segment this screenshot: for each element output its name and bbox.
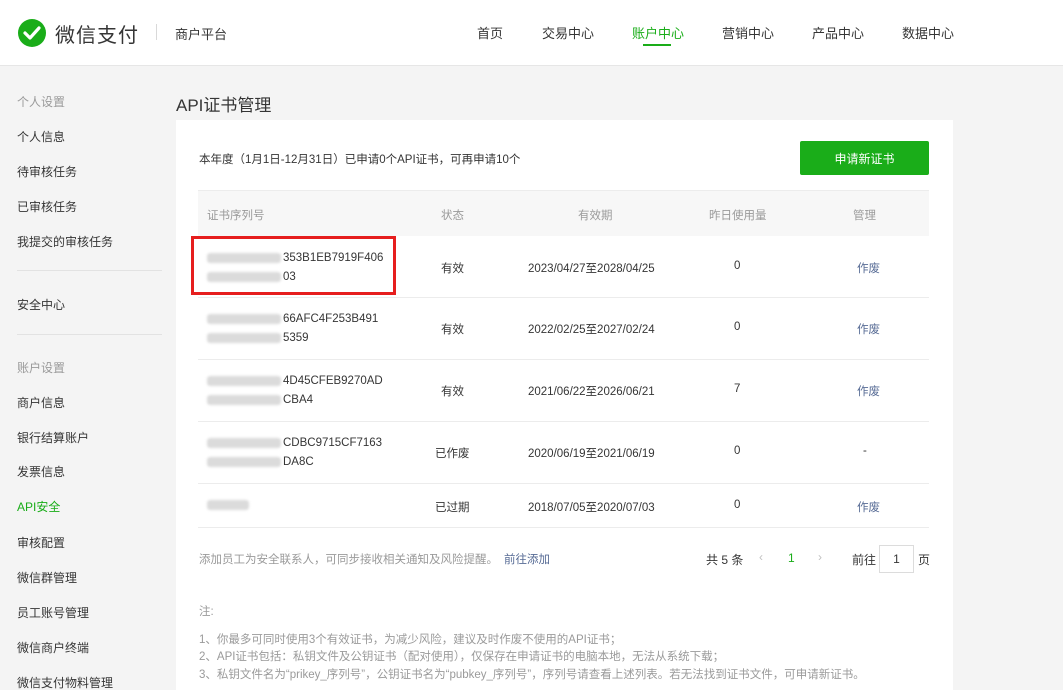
status: 有效 (441, 263, 464, 275)
sidebar-item-bank-account[interactable]: 银行结算账户 (17, 429, 89, 446)
nav-data-center[interactable]: 数据中心 (902, 23, 954, 42)
sidebar-group-personal: 个人设置 (17, 95, 66, 109)
redacted-text (207, 332, 281, 343)
sidebar-item-merchant-terminal[interactable]: 微信商户终端 (17, 639, 89, 656)
redacted-text (207, 394, 281, 405)
status: 已过期 (435, 502, 470, 514)
quota-text: 本年度（1月1日-12月31日）已申请0个API证书，可再申请10个 (199, 154, 521, 166)
status: 有效 (441, 386, 464, 398)
sidebar-item-submitted-tasks[interactable]: 我提交的审核任务 (17, 233, 113, 250)
validity: 2023/04/27至2028/04/25 (528, 263, 655, 275)
serial-line: CDBC9715CF7163 (283, 437, 383, 449)
table-row: 4D45CFEB9270AD CBA4 有效 2021/06/22至2026/0… (198, 360, 929, 422)
apply-new-certificate-button[interactable]: 申请新证书 (800, 141, 929, 175)
sidebar-item-security-center[interactable]: 安全中心 (17, 296, 65, 313)
status: 有效 (441, 324, 464, 336)
column-manage: 管理 (853, 210, 876, 222)
revoke-link[interactable]: 作废 (857, 321, 880, 337)
sidebar-item-staff-accounts[interactable]: 员工账号管理 (17, 604, 89, 621)
notes: 注: 1、你最多可同时使用3个有效证书，为减少风险，建议及时作废不使用的API证… (199, 604, 865, 684)
nav-home[interactable]: 首页 (477, 23, 503, 42)
highlight-box (191, 236, 396, 295)
serial-line: CBA4 (283, 394, 314, 406)
redacted-text (207, 375, 281, 386)
total-count: 共 5 条 (706, 553, 744, 567)
usage: 0 (734, 445, 741, 457)
sidebar-item-materials[interactable]: 微信支付物料管理 (17, 674, 113, 690)
page-title: API证书管理 (176, 96, 272, 115)
revoke-link[interactable]: 作废 (857, 260, 880, 276)
serial-number: 66AFC4F253B491 5359 (207, 310, 378, 348)
nav-marketing-center[interactable]: 营销中心 (722, 23, 774, 42)
page-unit-label: 页 (918, 553, 931, 567)
sidebar-divider (17, 334, 162, 335)
sidebar-group-account: 账户设置 (17, 361, 66, 375)
sidebar-item-personal-info[interactable]: 个人信息 (17, 128, 65, 145)
goto-label: 前往 (852, 553, 877, 567)
nav-trade-center[interactable]: 交易中心 (542, 23, 594, 42)
redacted-text (207, 499, 249, 510)
security-contact-tip: 添加员工为安全联系人，可同步接收相关通知及风险提醒。 前往添加 (199, 551, 550, 567)
validity: 2018/07/05至2020/07/03 (528, 502, 655, 514)
validity: 2022/02/25至2027/02/24 (528, 324, 655, 336)
serial-line: 66AFC4F253B491 (283, 313, 379, 325)
revoke-link[interactable]: 作废 (857, 499, 880, 515)
validity: 2020/06/19至2021/06/19 (528, 448, 655, 460)
no-action: - (863, 445, 867, 457)
top-header: 微信支付 商户平台 首页 交易中心 账户中心 营销中心 产品中心 数据中心 (0, 0, 1063, 66)
next-page-icon[interactable]: › (818, 550, 822, 564)
nav-active-underline (643, 44, 671, 46)
serial-line: 5359 (283, 332, 309, 344)
tip-text: 添加员工为安全联系人，可同步接收相关通知及风险提醒。 (199, 554, 498, 566)
sidebar-item-pending-tasks[interactable]: 待审核任务 (17, 163, 77, 180)
column-serial: 证书序列号 (207, 210, 265, 222)
certificate-card: 本年度（1月1日-12月31日）已申请0个API证书，可再申请10个 申请新证书… (176, 120, 953, 690)
sidebar-item-wechat-group[interactable]: 微信群管理 (17, 569, 77, 586)
serial-line: 4D45CFEB9270AD (283, 375, 383, 387)
column-usage: 昨日使用量 (709, 210, 767, 222)
table-row: 已过期 2018/07/05至2020/07/03 0 作废 (198, 484, 929, 528)
redacted-text (207, 437, 281, 448)
validity: 2021/06/22至2026/06/21 (528, 386, 655, 398)
column-validity: 有效期 (578, 210, 613, 222)
status: 已作废 (435, 448, 470, 460)
sidebar-item-api-security[interactable]: API安全 (17, 498, 60, 515)
usage: 0 (734, 499, 741, 511)
page-number[interactable]: 1 (788, 551, 795, 565)
top-nav: 首页 交易中心 账户中心 营销中心 产品中心 数据中心 (0, 0, 1063, 66)
sidebar-item-invoice-info[interactable]: 发票信息 (17, 463, 65, 480)
page-jump-input[interactable] (879, 545, 914, 573)
note-item: 3、私钥文件名为“prikey_序列号”，公钥证书名为“pubkey_序列号”，… (199, 668, 865, 681)
serial-number (207, 496, 251, 515)
nav-account-center[interactable]: 账户中心 (632, 23, 684, 42)
usage: 0 (734, 321, 741, 333)
usage: 0 (734, 260, 741, 272)
sidebar: 个人设置 个人信息 待审核任务 已审核任务 我提交的审核任务 安全中心 账户设置… (0, 67, 162, 690)
serial-number: 4D45CFEB9270AD CBA4 (207, 372, 383, 410)
redacted-text (207, 313, 281, 324)
revoke-link[interactable]: 作废 (857, 383, 880, 399)
sidebar-divider (17, 270, 162, 271)
prev-page-icon[interactable]: ‹ (759, 550, 763, 564)
serial-number: CDBC9715CF7163 DA8C (207, 434, 382, 472)
table-row: CDBC9715CF7163 DA8C 已作废 2020/06/19至2021/… (198, 422, 929, 484)
sidebar-item-merchant-info[interactable]: 商户信息 (17, 394, 65, 411)
column-status: 状态 (441, 210, 464, 222)
sidebar-item-review-config[interactable]: 审核配置 (17, 534, 65, 551)
table-row: 66AFC4F253B491 5359 有效 2022/02/25至2027/0… (198, 298, 929, 360)
usage: 7 (734, 383, 741, 395)
table-header: 证书序列号 状态 有效期 昨日使用量 管理 (198, 190, 929, 236)
sidebar-item-reviewed-tasks[interactable]: 已审核任务 (17, 198, 77, 215)
add-contact-link[interactable]: 前往添加 (504, 554, 550, 566)
notes-title: 注: (199, 606, 214, 618)
note-item: 2、API证书包括：私钥文件及公钥证书（配对使用），仅保存在申请证书的电脑本地，… (199, 651, 725, 663)
serial-line: DA8C (283, 456, 314, 468)
redacted-text (207, 456, 281, 467)
note-item: 1、你最多可同时使用3个有效证书，为减少风险，建议及时作废不使用的API证书； (199, 633, 622, 646)
nav-product-center[interactable]: 产品中心 (812, 23, 864, 42)
